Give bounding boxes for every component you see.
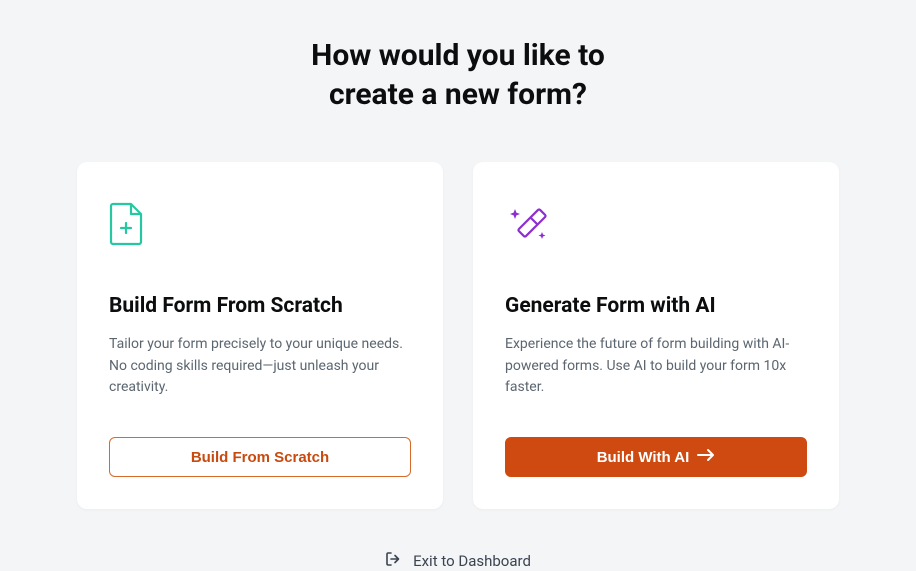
heading-line-2: create a new form? [329, 77, 587, 112]
build-from-scratch-button[interactable]: Build From Scratch [109, 437, 411, 477]
build-with-ai-button[interactable]: Build With AI [505, 437, 807, 477]
option-cards-row: Build Form From Scratch Tailor your form… [77, 162, 839, 509]
build-with-ai-button-label: Build With AI [597, 449, 690, 466]
arrow-right-icon [697, 448, 715, 466]
build-from-scratch-button-label: Build From Scratch [191, 449, 329, 466]
magic-wand-icon [505, 202, 807, 246]
card-title-scratch: Build Form From Scratch [109, 294, 411, 318]
file-plus-icon [109, 202, 411, 246]
card-desc-ai: Experience the future of form building w… [505, 334, 807, 399]
exit-icon [385, 551, 401, 571]
page-title: How would you like to create a new form? [311, 36, 605, 114]
heading-line-1: How would you like to [311, 38, 605, 73]
exit-link-label: Exit to Dashboard [413, 552, 531, 570]
card-build-from-scratch: Build Form From Scratch Tailor your form… [77, 162, 443, 509]
card-desc-scratch: Tailor your form precisely to your uniqu… [109, 334, 411, 399]
card-generate-with-ai: Generate Form with AI Experience the fut… [473, 162, 839, 509]
page-container: How would you like to create a new form? [0, 0, 916, 571]
card-title-ai: Generate Form with AI [505, 294, 807, 318]
exit-to-dashboard-link[interactable]: Exit to Dashboard [385, 551, 531, 571]
